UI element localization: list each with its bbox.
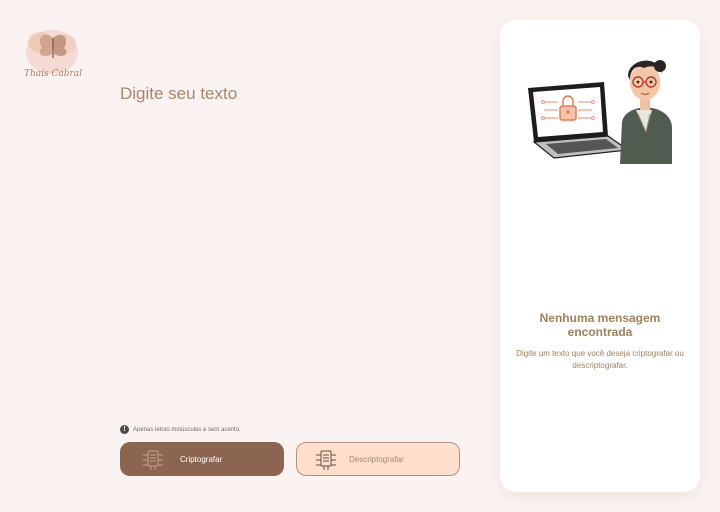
encrypt-button-label: Criptografar	[180, 454, 223, 464]
info-icon: !	[120, 425, 129, 434]
input-hint: ! Apenas letras minúsculas e sem acento.	[120, 425, 241, 434]
result-panel: Nenhuma mensagem encontrada Digite um te…	[500, 20, 700, 492]
logo-lettering: Thaís Cabral	[24, 68, 82, 79]
chip-document-icon	[316, 450, 336, 470]
butterfly-logo-icon: Thaís Cabral	[24, 30, 82, 79]
empty-state-description: Digite um texto que você deseja criptogr…	[516, 349, 684, 370]
decrypt-button[interactable]: Descriptografar	[296, 442, 460, 476]
encrypt-button[interactable]: Criptografar	[120, 442, 284, 476]
empty-state-title: Nenhuma mensagem encontrada	[539, 311, 661, 339]
brand-logo: Thaís Cabral	[22, 24, 84, 82]
chip-document-icon	[143, 450, 163, 470]
decrypt-button-label: Descriptografar	[349, 454, 404, 464]
hint-text: Apenas letras minúsculas e sem acento.	[133, 426, 241, 433]
woman-with-laptop-lock-illustration	[528, 60, 672, 164]
message-input[interactable]	[120, 84, 460, 404]
